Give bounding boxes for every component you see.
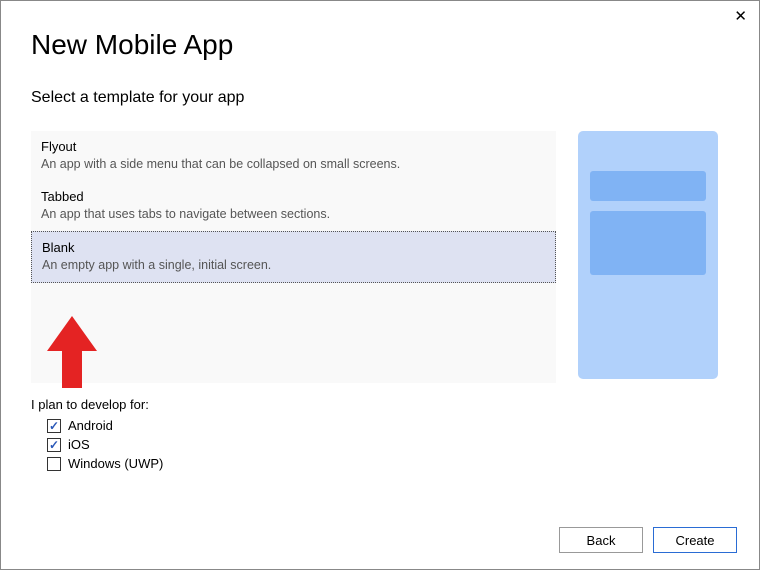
template-list: Flyout An app with a side menu that can … (31, 131, 556, 383)
template-desc: An empty app with a single, initial scre… (42, 258, 545, 272)
dialog-subtitle: Select a template for your app (31, 89, 729, 107)
template-name: Blank (42, 240, 545, 255)
template-item-tabbed[interactable]: Tabbed An app that uses tabs to navigate… (31, 181, 556, 231)
main-area: Flyout An app with a side menu that can … (31, 131, 729, 383)
checkbox-row-ios: iOS (47, 437, 729, 452)
checkbox-android[interactable] (47, 419, 61, 433)
template-name: Tabbed (41, 189, 546, 204)
button-row: Back Create (559, 527, 737, 553)
preview-block (590, 211, 706, 275)
create-button[interactable]: Create (653, 527, 737, 553)
dialog-title: New Mobile App (31, 29, 729, 61)
checkbox-label: Windows (UWP) (68, 456, 163, 471)
template-item-blank[interactable]: Blank An empty app with a single, initia… (31, 231, 556, 283)
checkbox-uwp[interactable] (47, 457, 61, 471)
template-desc: An app that uses tabs to navigate betwee… (41, 207, 546, 221)
checkbox-row-android: Android (47, 418, 729, 433)
template-desc: An app with a side menu that can be coll… (41, 157, 546, 171)
checkbox-label: iOS (68, 437, 90, 452)
checkbox-label: Android (68, 418, 113, 433)
checkbox-ios[interactable] (47, 438, 61, 452)
develop-for-section: I plan to develop for: Android iOS Windo… (31, 397, 729, 471)
develop-for-label: I plan to develop for: (31, 397, 729, 412)
back-button[interactable]: Back (559, 527, 643, 553)
close-button[interactable]: ✕ (734, 9, 747, 24)
dialog-content: New Mobile App Select a template for you… (1, 1, 759, 495)
checkbox-row-uwp: Windows (UWP) (47, 456, 729, 471)
template-name: Flyout (41, 139, 546, 154)
preview-pane (578, 131, 718, 379)
template-item-flyout[interactable]: Flyout An app with a side menu that can … (31, 131, 556, 181)
preview-block (590, 171, 706, 201)
